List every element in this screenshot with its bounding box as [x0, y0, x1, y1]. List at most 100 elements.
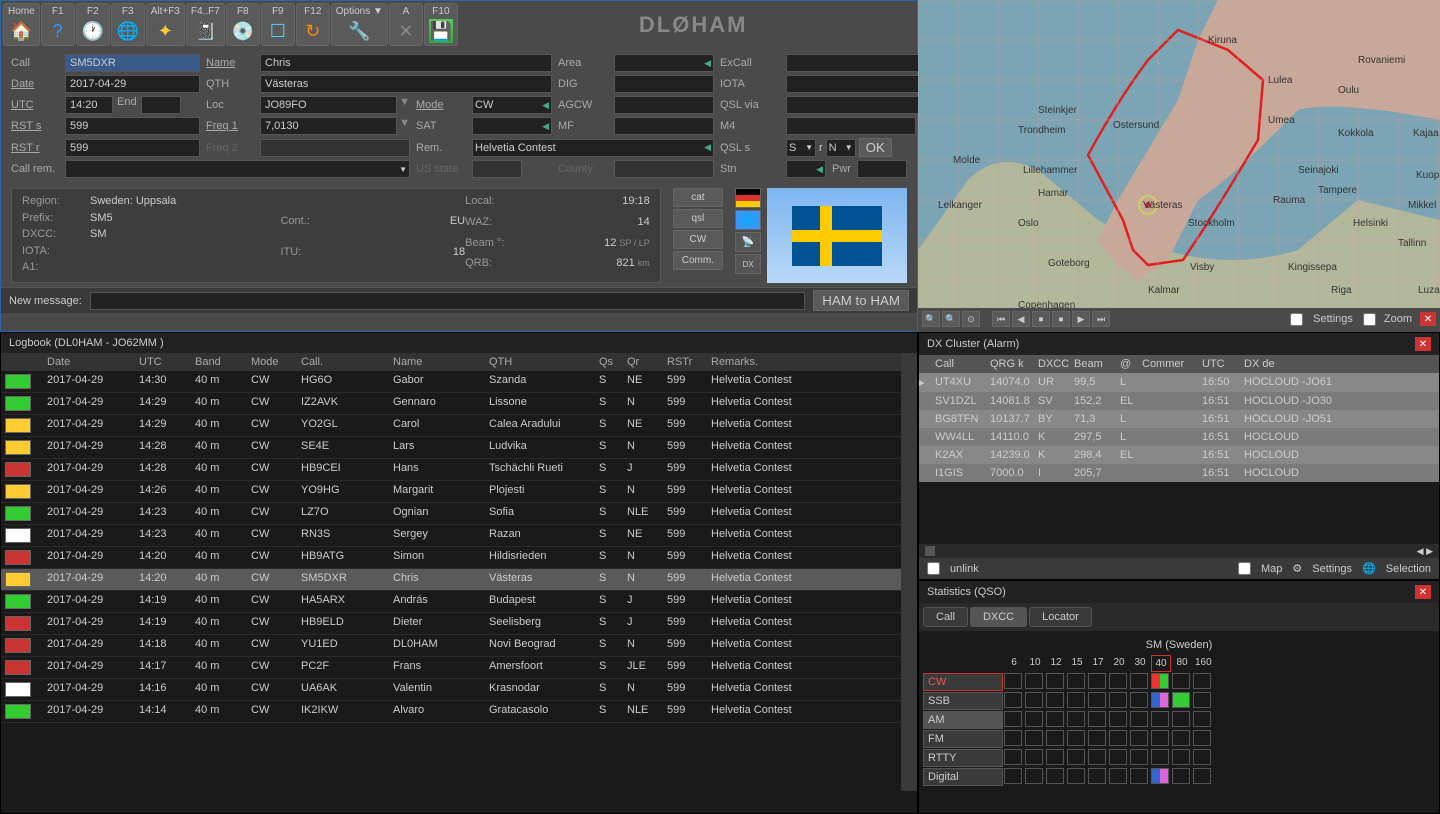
stats-cell[interactable]: [1088, 692, 1106, 708]
stats-cell[interactable]: [1088, 673, 1106, 689]
stop2-icon[interactable]: ⏹: [1052, 311, 1070, 327]
sat-icon[interactable]: 📡: [735, 232, 761, 252]
callrem-dropdown[interactable]: ▼: [65, 160, 410, 178]
stats-tab-locator[interactable]: Locator: [1029, 607, 1092, 627]
stats-cell[interactable]: [1172, 711, 1190, 727]
stats-cell[interactable]: [1067, 692, 1085, 708]
dx-scrollbar[interactable]: [925, 546, 935, 556]
mf-input[interactable]: [614, 117, 714, 135]
log-row[interactable]: 2017-04-2914:2940 mCWYO2GLCarolCalea Ara…: [1, 415, 901, 437]
stats-cell[interactable]: [1172, 730, 1190, 746]
stats-cell[interactable]: [1025, 749, 1043, 765]
area-dropdown[interactable]: ◀: [614, 54, 714, 72]
pwr-input[interactable]: [857, 160, 907, 178]
stats-cell[interactable]: [1130, 711, 1148, 727]
stats-cell[interactable]: [1004, 673, 1022, 689]
freq1-input[interactable]: [260, 117, 397, 135]
stats-cell[interactable]: [1172, 768, 1190, 784]
next-icon[interactable]: ▶: [1072, 311, 1090, 327]
mode-dropdown[interactable]: CW◀: [472, 96, 552, 114]
stats-mode-fm[interactable]: FM: [923, 730, 1003, 748]
stats-cell[interactable]: [1151, 768, 1169, 784]
toolbar-f2[interactable]: F2🕐: [76, 3, 110, 46]
stats-cell[interactable]: [1067, 730, 1085, 746]
first-icon[interactable]: ⏮: [992, 311, 1010, 327]
stats-mode-digital[interactable]: Digital: [923, 768, 1003, 786]
date-input[interactable]: [65, 75, 200, 93]
county-input[interactable]: [614, 160, 714, 178]
qslr-dropdown[interactable]: N▼: [826, 139, 856, 157]
stats-cell[interactable]: [1151, 730, 1169, 746]
msg-input[interactable]: [90, 292, 805, 310]
dx-row[interactable]: WW4LL14110.0K297,5L16:51HOCLOUD: [919, 428, 1439, 446]
stats-cell[interactable]: [1004, 711, 1022, 727]
map-check[interactable]: [1238, 562, 1251, 575]
log-row[interactable]: 2017-04-2914:1940 mCWHA5ARXAndrásBudapes…: [1, 591, 901, 613]
stats-cell[interactable]: [1004, 768, 1022, 784]
stats-cell[interactable]: [1172, 749, 1190, 765]
dx-row[interactable]: ▸UT4XU14074.0UR99,5L16:50HOCLOUD -JO61: [919, 373, 1439, 392]
stats-cell[interactable]: [1193, 711, 1211, 727]
loc-input[interactable]: [260, 96, 397, 114]
ham-to-ham-button[interactable]: HAM to HAM: [813, 290, 909, 311]
dx-close-button[interactable]: ✕: [1415, 337, 1431, 351]
dx-row[interactable]: SV1DZL14081.8SV152,2EL16:51HOCLOUD -JO30: [919, 392, 1439, 410]
stats-cell[interactable]: [1046, 711, 1064, 727]
stats-cell[interactable]: [1046, 692, 1064, 708]
side-comm.-button[interactable]: Comm.: [673, 251, 723, 270]
stats-cell[interactable]: [1025, 730, 1043, 746]
map-close-button[interactable]: ✕: [1420, 312, 1436, 326]
utc-input[interactable]: [65, 96, 113, 114]
log-row[interactable]: 2017-04-2914:2840 mCWSE4ELarsLudvikaSN59…: [1, 437, 901, 459]
stats-cell[interactable]: [1067, 768, 1085, 784]
stats-cell[interactable]: [1004, 749, 1022, 765]
toolbar-f3[interactable]: F3🌐: [111, 3, 145, 46]
stats-cell[interactable]: [1004, 692, 1022, 708]
last-icon[interactable]: ⏭: [1092, 311, 1110, 327]
stats-cell[interactable]: [1193, 730, 1211, 746]
stats-cell[interactable]: [1172, 673, 1190, 689]
stats-cell[interactable]: [1046, 673, 1064, 689]
stats-cell[interactable]: [1109, 692, 1127, 708]
log-row[interactable]: 2017-04-2914:1940 mCWHB9ELDDieterSeelisb…: [1, 613, 901, 635]
log-row[interactable]: 2017-04-2914:2340 mCWLZ7OOgnianSofiaSNLE…: [1, 503, 901, 525]
log-row[interactable]: 2017-04-2914:2340 mCWRN3SSergeyRazanSNE5…: [1, 525, 901, 547]
stats-cell[interactable]: [1151, 749, 1169, 765]
stats-cell[interactable]: [1151, 711, 1169, 727]
log-row[interactable]: 2017-04-2914:2840 mCWHB9CEIHansTschächli…: [1, 459, 901, 481]
agcw-input[interactable]: [614, 96, 714, 114]
flag-de-icon[interactable]: [735, 188, 761, 208]
qth-input[interactable]: [260, 75, 552, 93]
log-row[interactable]: 2017-04-2914:2040 mCWHB9ATGSimonHildisri…: [1, 547, 901, 569]
stats-mode-am[interactable]: AM: [923, 711, 1003, 729]
toolbar-options[interactable]: Options ▼🔧: [331, 3, 388, 46]
stats-cell[interactable]: [1193, 673, 1211, 689]
rstr-input[interactable]: [65, 139, 200, 157]
stats-cell[interactable]: [1088, 711, 1106, 727]
dx-selection-icon[interactable]: 🌐: [1362, 562, 1376, 575]
toolbar-altf3[interactable]: Alt+F3✦: [146, 3, 185, 46]
dx-settings-icon[interactable]: ⚙: [1292, 562, 1302, 575]
toolbar-home[interactable]: Home🏠: [3, 3, 40, 46]
globe-icon[interactable]: 🌐: [735, 210, 761, 230]
stop-icon[interactable]: ⏹: [1032, 311, 1050, 327]
stats-cell[interactable]: [1067, 749, 1085, 765]
stats-cell[interactable]: [1151, 673, 1169, 689]
stats-mode-cw[interactable]: CW: [923, 673, 1003, 691]
log-row[interactable]: 2017-04-2914:1640 mCWUA6AKValentinKrasno…: [1, 679, 901, 701]
log-row[interactable]: 2017-04-2914:1740 mCWPC2FFransAmersfoort…: [1, 657, 901, 679]
dx-row[interactable]: BG8TFN10137.7BY71,3L16:51HOCLOUD -JO51: [919, 410, 1439, 428]
log-scrollbar[interactable]: [901, 353, 917, 791]
call-input[interactable]: [65, 54, 200, 72]
side-cat-button[interactable]: cat: [673, 188, 723, 207]
dx-row[interactable]: I1GIS7000.0I205,716:51HOCLOUD: [919, 464, 1439, 482]
log-row[interactable]: 2017-04-2914:2940 mCWIZ2AVKGennaroLisson…: [1, 393, 901, 415]
stats-cell[interactable]: [1109, 768, 1127, 784]
rem-dropdown[interactable]: Helvetia Contest◀: [472, 139, 714, 157]
stats-cell[interactable]: [1193, 768, 1211, 784]
end-input[interactable]: [141, 96, 181, 114]
stats-cell[interactable]: [1025, 692, 1043, 708]
ok-button[interactable]: OK: [859, 138, 892, 157]
toolbar-f1[interactable]: F1?: [41, 3, 75, 46]
stats-cell[interactable]: [1088, 730, 1106, 746]
